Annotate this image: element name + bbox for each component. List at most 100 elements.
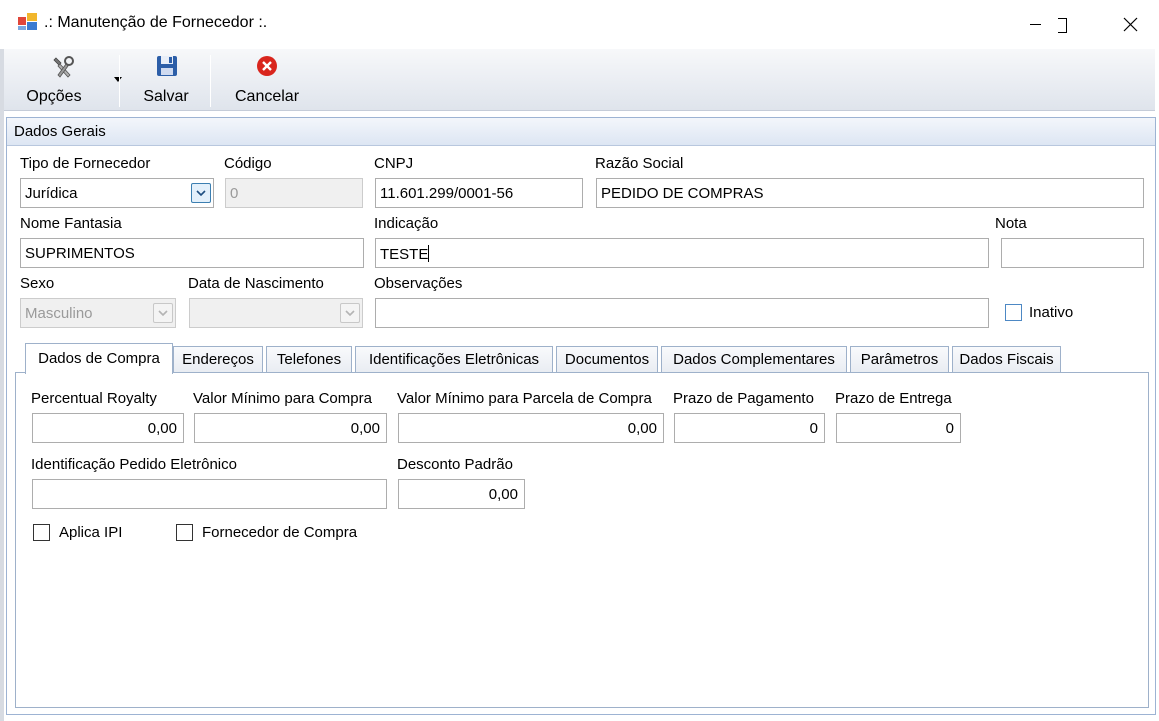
observacoes-label: Observações [374, 275, 463, 292]
fornecedor-compra-checkbox[interactable] [176, 524, 193, 541]
tab-label: Dados Fiscais [959, 351, 1054, 368]
tab-label: Documentos [564, 351, 650, 368]
tipo-fornecedor-label: Tipo de Fornecedor [20, 155, 151, 172]
valor-minimo-parcela-value: 0,00 [627, 420, 657, 437]
tab-label: Dados Complementares [673, 351, 835, 368]
maximize-button[interactable] [1052, 0, 1104, 49]
tab-label: Endereços [182, 351, 254, 368]
prazo-pagamento-label: Prazo de Pagamento [673, 390, 814, 407]
panel-title: Dados Gerais [14, 123, 106, 140]
nome-fantasia-label: Nome Fantasia [20, 215, 122, 232]
desconto-padrao-value: 0,00 [488, 486, 518, 503]
prazo-pagamento-value: 0 [809, 420, 818, 437]
supplier-maintenance-window: .: Manutenção de Fornecedor :. Opções Sa… [0, 0, 1159, 721]
opcoes-button[interactable]: Opções [18, 49, 122, 111]
codigo-label: Código [224, 155, 272, 172]
close-icon [1123, 17, 1138, 32]
tab-label: Telefones [276, 351, 342, 368]
salvar-button[interactable]: Salvar [128, 49, 204, 111]
tipo-fornecedor-value: Jurídica [25, 185, 78, 202]
chevron-down-icon [158, 310, 168, 317]
data-nascimento-label: Data de Nascimento [188, 275, 324, 292]
panel-header: Dados Gerais [7, 118, 1155, 146]
data-nascimento-dropdown-button[interactable] [340, 303, 360, 323]
valor-minimo-compra-field[interactable]: 0,00 [194, 413, 387, 443]
tab-strip: Dados de Compra Endereços Telefones Iden… [15, 343, 1149, 374]
cnpj-field[interactable]: 11.601.299/0001-56 [375, 178, 583, 208]
observacoes-field[interactable] [375, 298, 989, 328]
codigo-value: 0 [230, 185, 239, 202]
dados-compra-tab-page: Percentual Royalty 0,00 Valor Mínimo par… [15, 372, 1149, 708]
minimize-button[interactable] [1012, 0, 1058, 49]
window-edge [0, 49, 4, 721]
toolbar-separator [210, 55, 211, 107]
tab-dados-de-compra[interactable]: Dados de Compra [25, 343, 173, 374]
razao-social-field[interactable]: PEDIDO DE COMPRAS [596, 178, 1144, 208]
app-icon [18, 13, 37, 30]
dropdown-arrow-icon [114, 77, 122, 82]
prazo-entrega-value: 0 [945, 420, 954, 437]
tab-dados-fiscais[interactable]: Dados Fiscais [952, 346, 1061, 373]
cnpj-value: 11.601.299/0001-56 [380, 185, 514, 202]
nota-label: Nota [995, 215, 1027, 232]
window-title: .: Manutenção de Fornecedor :. [44, 14, 268, 31]
inativo-checkbox[interactable] [1005, 304, 1022, 321]
tipo-fornecedor-select[interactable]: Jurídica [20, 178, 214, 208]
nota-field[interactable] [1001, 238, 1144, 268]
tab-telefones[interactable]: Telefones [266, 346, 352, 373]
inativo-label: Inativo [1029, 304, 1074, 321]
indicacao-field[interactable]: TESTE [375, 238, 989, 268]
save-icon [157, 56, 177, 76]
prazo-entrega-field[interactable]: 0 [836, 413, 961, 443]
sexo-dropdown-button[interactable] [153, 303, 173, 323]
tab-identificacoes-eletronicas[interactable]: Identificações Eletrônicas [355, 346, 553, 373]
identificacao-pedido-label: Identificação Pedido Eletrônico [31, 456, 237, 473]
tab-dados-complementares[interactable]: Dados Complementares [661, 346, 847, 373]
razao-social-label: Razão Social [595, 155, 684, 172]
tab-label: Dados de Compra [38, 350, 160, 367]
valor-minimo-parcela-label: Valor Mínimo para Parcela de Compra [397, 390, 652, 407]
chevron-down-icon [345, 310, 355, 317]
close-button[interactable] [1106, 0, 1152, 49]
dados-gerais-panel: Dados Gerais Tipo de Fornecedor Jurídica… [6, 117, 1156, 715]
tab-label: Parâmetros [860, 351, 939, 368]
data-nascimento-picker[interactable] [189, 298, 363, 328]
tab-documentos[interactable]: Documentos [556, 346, 658, 373]
fornecedor-compra-label: Fornecedor de Compra [202, 524, 358, 541]
cancelar-label: Cancelar [234, 88, 300, 105]
toolbar-separator [119, 55, 120, 107]
percentual-royalty-field[interactable]: 0,00 [32, 413, 184, 443]
minimize-icon [1030, 24, 1041, 25]
tools-icon [53, 56, 74, 78]
identificacao-pedido-field[interactable] [32, 479, 387, 509]
aplica-ipi-label: Aplica IPI [59, 524, 123, 541]
chevron-down-icon [196, 190, 206, 197]
aplica-ipi-checkbox[interactable] [33, 524, 50, 541]
codigo-field[interactable]: 0 [225, 178, 363, 208]
indicacao-value: TESTE [380, 246, 429, 263]
desconto-padrao-field[interactable]: 0,00 [398, 479, 525, 509]
indicacao-label: Indicação [374, 215, 439, 232]
tab-parametros[interactable]: Parâmetros [850, 346, 949, 373]
valor-minimo-parcela-field[interactable]: 0,00 [398, 413, 664, 443]
text-caret [428, 245, 430, 262]
salvar-label: Salvar [143, 88, 189, 105]
sexo-label: Sexo [20, 275, 55, 292]
tipo-fornecedor-dropdown-button[interactable] [191, 183, 211, 203]
prazo-pagamento-field[interactable]: 0 [674, 413, 825, 443]
sexo-select[interactable]: Masculino [20, 298, 176, 328]
nome-fantasia-field[interactable]: SUPRIMENTOS [20, 238, 364, 268]
desconto-padrao-label: Desconto Padrão [397, 456, 513, 473]
valor-minimo-compra-label: Valor Mínimo para Compra [193, 390, 372, 407]
percentual-royalty-value: 0,00 [147, 420, 177, 437]
cancelar-button[interactable]: Cancelar [226, 49, 308, 111]
opcoes-label: Opções [26, 88, 82, 105]
razao-social-value: PEDIDO DE COMPRAS [601, 185, 764, 202]
title-bar: .: Manutenção de Fornecedor :. [0, 0, 1159, 49]
toolbar: Opções Salvar Cancelar [4, 49, 1155, 111]
nome-fantasia-value: SUPRIMENTOS [25, 245, 135, 262]
valor-minimo-compra-value: 0,00 [350, 420, 380, 437]
maximize-icon [1052, 18, 1067, 33]
sexo-value: Masculino [25, 305, 93, 322]
tab-enderecos[interactable]: Endereços [173, 346, 263, 373]
